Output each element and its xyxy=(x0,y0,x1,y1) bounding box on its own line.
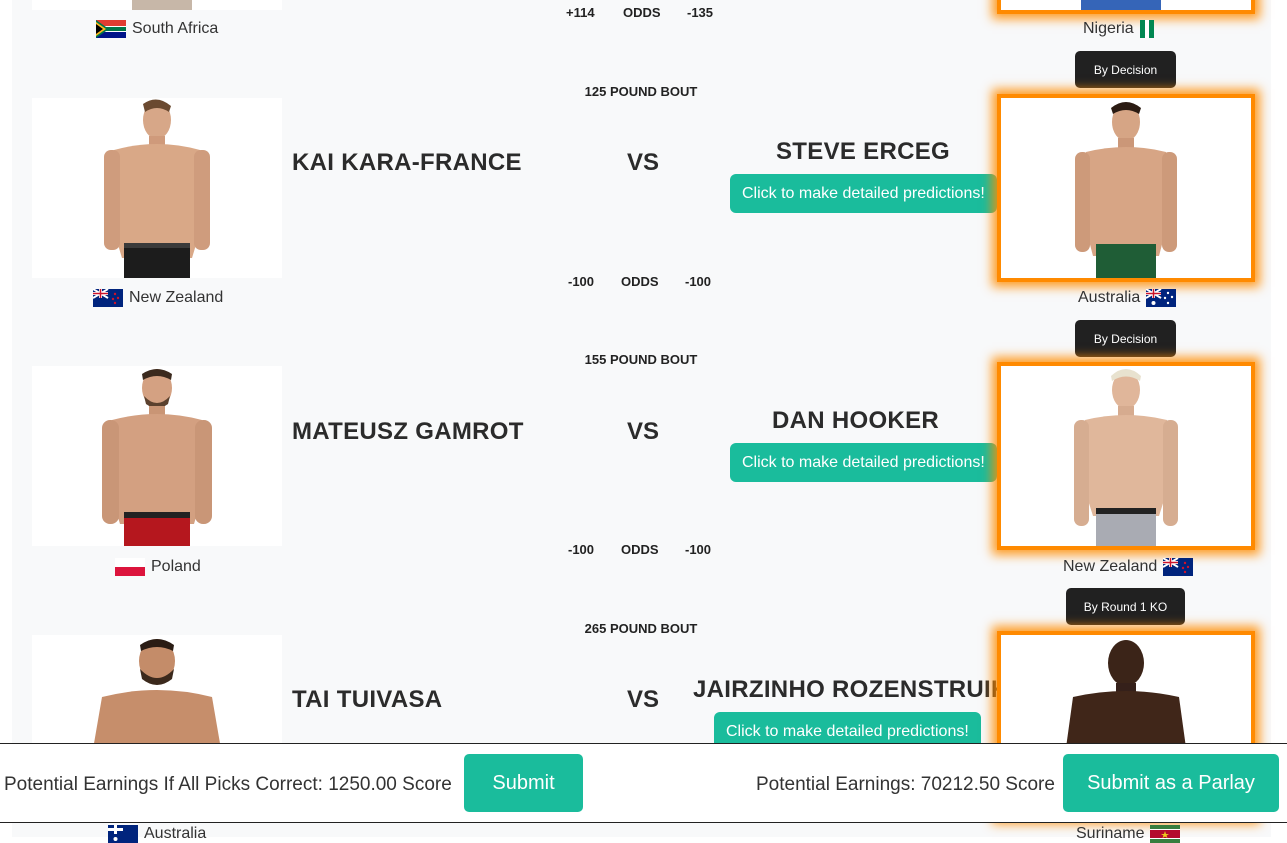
odds-label: ODDS xyxy=(621,542,659,557)
fighter-country-right: Nigeria xyxy=(1083,20,1154,38)
new-zealand-flag-icon xyxy=(1163,558,1194,576)
suriname-flag-icon xyxy=(1150,825,1181,843)
fighter-country-left: Australia xyxy=(108,825,206,843)
country-label: South Africa xyxy=(132,20,219,37)
fighter-country-left: Poland xyxy=(115,558,201,576)
south-africa-flag-icon xyxy=(96,20,126,38)
odds-left: +114 xyxy=(566,5,595,20)
odds-left: -100 xyxy=(568,274,595,289)
odds-left: -100 xyxy=(568,542,595,557)
potential-earnings-parlay: Potential Earnings: 70212.50 Score xyxy=(756,774,1055,795)
fighter-country-left: South Africa xyxy=(96,20,218,38)
fighter-country-right: Australia xyxy=(1078,289,1177,307)
submit-button[interactable]: Submit xyxy=(464,754,583,812)
detailed-predictions-button[interactable]: Click to make detailed predictions! xyxy=(730,443,997,482)
submit-parlay-button[interactable]: Submit as a Parlay xyxy=(1063,754,1279,812)
method-button[interactable]: By Decision xyxy=(1075,51,1176,88)
fighter-name-left: KAI KARA-FRANCE xyxy=(292,149,522,176)
earnings-footer: Potential Earnings If All Picks Correct:… xyxy=(0,743,1287,823)
new-zealand-flag-icon xyxy=(93,289,123,307)
fighter-name-right: JAIRZINHO ROZENSTRUIK xyxy=(693,676,1009,703)
fighter-photo-left-partial[interactable] xyxy=(32,0,282,10)
australia-flag-icon xyxy=(108,825,138,843)
fighter-country-left: New Zealand xyxy=(93,289,223,307)
bout-weight: 125 POUND BOUT xyxy=(584,84,698,99)
country-label: New Zealand xyxy=(129,289,224,306)
odds-right: -100 xyxy=(685,542,712,557)
method-button[interactable]: By Round 1 KO xyxy=(1066,588,1185,625)
fighter-name-right: DAN HOOKER xyxy=(772,407,940,434)
odds-label: ODDS xyxy=(621,274,659,289)
fighter-country-right: New Zealand xyxy=(1063,558,1194,576)
fighter-photo-right-partial[interactable] xyxy=(997,0,1255,14)
fighter-name-right: STEVE ERCEG xyxy=(776,138,951,165)
potential-earnings-all-picks: Potential Earnings If All Picks Correct:… xyxy=(4,774,452,795)
method-button[interactable]: By Decision xyxy=(1075,320,1176,357)
odds-label: ODDS xyxy=(623,5,661,20)
country-label: Suriname xyxy=(1076,825,1145,842)
country-label: Australia xyxy=(1078,289,1141,306)
odds-right: -100 xyxy=(685,274,712,289)
australia-flag-icon xyxy=(1146,289,1177,307)
fighter-photo-left[interactable] xyxy=(32,366,282,546)
versus-label: VS xyxy=(627,149,660,176)
fighter-photo-right-selected[interactable] xyxy=(997,362,1255,550)
detailed-predictions-button[interactable]: Click to make detailed predictions! xyxy=(730,174,997,213)
poland-flag-icon xyxy=(115,558,145,576)
bout-weight: 265 POUND BOUT xyxy=(584,621,698,636)
country-label: New Zealand xyxy=(1063,558,1158,575)
fighter-photo-right-selected[interactable] xyxy=(997,94,1255,282)
nigeria-flag-icon xyxy=(1139,20,1154,38)
versus-label: VS xyxy=(627,418,660,445)
bout-weight: 155 POUND BOUT xyxy=(584,352,698,367)
country-label: Australia xyxy=(144,825,207,842)
country-label: Poland xyxy=(151,558,201,575)
fighter-photo-left[interactable] xyxy=(32,98,282,278)
versus-label: VS xyxy=(627,686,660,713)
country-label: Nigeria xyxy=(1083,20,1134,37)
odds-right: -135 xyxy=(687,5,714,20)
fighter-country-right: Suriname xyxy=(1076,825,1181,843)
fighter-name-left: MATEUSZ GAMROT xyxy=(292,418,524,445)
fighter-name-left: TAI TUIVASA xyxy=(292,686,443,713)
